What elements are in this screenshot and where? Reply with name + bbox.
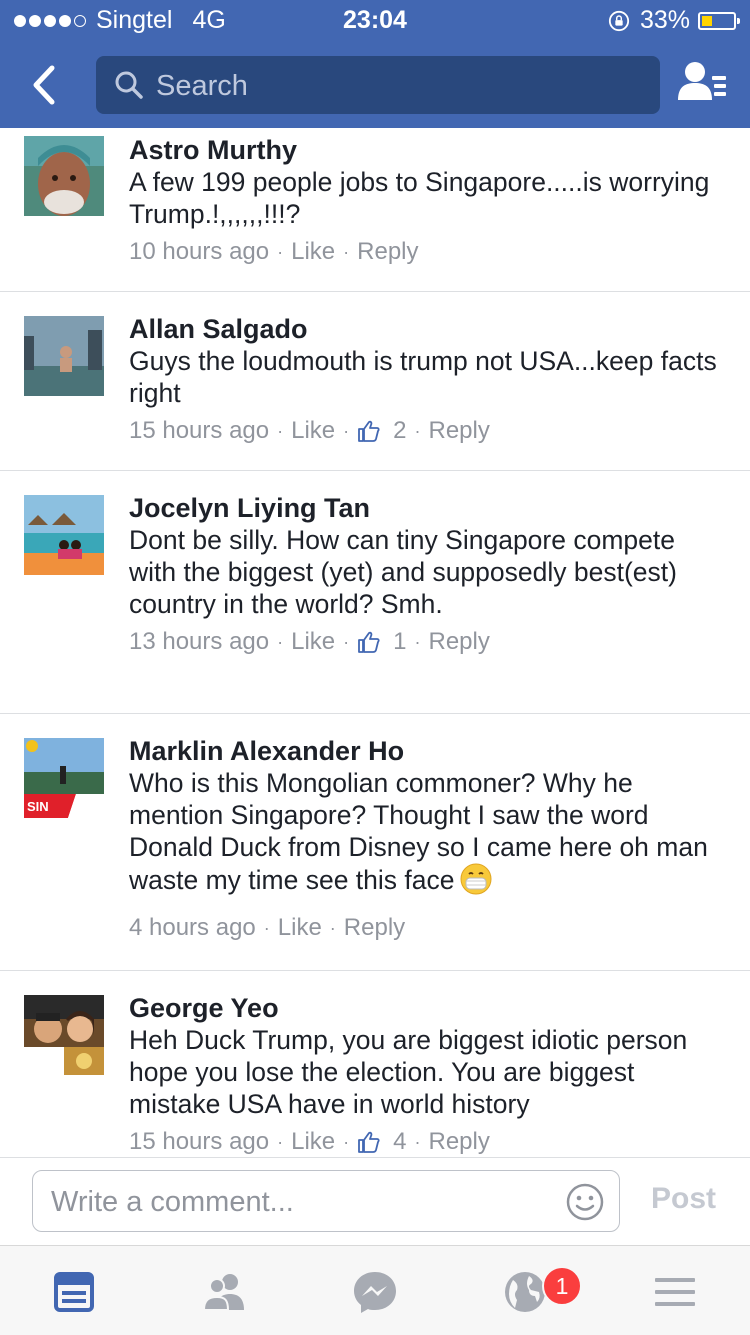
comment-field[interactable]	[32, 1170, 620, 1232]
avatar[interactable]	[24, 136, 104, 216]
comment-timestamp: 10 hours ago	[129, 238, 270, 265]
news-feed-tab-icon[interactable]	[48, 1266, 100, 1318]
avatar[interactable]	[24, 316, 104, 396]
top-bar: Singtel 4G 23:04 33%	[0, 0, 750, 128]
reply-link[interactable]: Reply	[344, 914, 405, 942]
thumbs-up-icon	[358, 1131, 380, 1153]
divider	[0, 713, 750, 714]
like-link[interactable]: Like	[291, 628, 335, 656]
thumbs-up-icon	[358, 420, 380, 442]
thumbs-up-icon	[358, 631, 380, 653]
like-link[interactable]: Like	[278, 914, 322, 942]
reply-link[interactable]: Reply	[429, 417, 490, 445]
search-bar[interactable]	[96, 56, 660, 114]
sticker-smiley-icon[interactable]	[565, 1182, 605, 1222]
comment-timestamp: 4 hours ago	[129, 914, 256, 941]
comment-input[interactable]	[49, 1179, 553, 1225]
avatar-flag-tag: SIN	[27, 799, 49, 814]
comment-timestamp: 15 hours ago	[129, 1128, 270, 1155]
like-link[interactable]: Like	[291, 417, 335, 445]
comment-author[interactable]: Jocelyn Liying Tan	[129, 492, 729, 524]
avatar[interactable]	[24, 995, 104, 1075]
comment-author[interactable]: Astro Murthy	[129, 134, 729, 166]
like-count[interactable]: 4	[393, 1128, 406, 1156]
comment-meta: 15 hours ago · Like · 2 · Reply	[129, 417, 490, 445]
reply-link[interactable]: Reply	[357, 238, 418, 266]
avatar[interactable]: SIN	[24, 738, 104, 818]
comments-list: Astro Murthy A few 199 people jobs to Si…	[0, 128, 750, 1157]
divider	[0, 291, 750, 292]
comment-text: Heh Duck Trump, you are biggest idiotic …	[129, 1025, 688, 1119]
comment-composer: Post	[0, 1157, 750, 1246]
comment-author[interactable]: Allan Salgado	[129, 313, 729, 345]
friends-tab-icon[interactable]	[198, 1266, 250, 1318]
comment-text: Guys the loudmouth is trump not USA...ke…	[129, 346, 717, 408]
battery-percent: 33%	[639, 6, 690, 34]
comment-text-content: Who is this Mongolian commoner? Why he m…	[129, 768, 708, 895]
comment-text: A few 199 people jobs to Singapore.....i…	[129, 167, 710, 229]
post-button[interactable]: Post	[651, 1182, 716, 1216]
comment-meta: 15 hours ago · Like · 4 · Reply	[129, 1128, 490, 1156]
search-icon	[115, 71, 143, 99]
menu-tab-icon[interactable]	[649, 1266, 701, 1318]
comment-meta: 13 hours ago · Like · 1 · Reply	[129, 628, 490, 656]
rotation-lock-icon	[608, 10, 630, 31]
tab-bar: 1	[0, 1245, 750, 1335]
divider	[0, 470, 750, 471]
comment-author[interactable]: Marklin Alexander Ho	[129, 735, 729, 767]
messenger-tab-icon[interactable]	[349, 1266, 401, 1318]
like-count[interactable]: 2	[393, 417, 406, 445]
reply-link[interactable]: Reply	[429, 628, 490, 656]
face-with-mask-emoji-icon	[460, 863, 492, 895]
divider	[0, 970, 750, 971]
comment-timestamp: 15 hours ago	[129, 417, 270, 444]
like-link[interactable]: Like	[291, 238, 335, 266]
avatar[interactable]	[24, 495, 104, 575]
status-bar: Singtel 4G 23:04 33%	[0, 0, 750, 40]
comment-meta: 4 hours ago · Like · Reply	[129, 914, 406, 942]
navigation-bar	[0, 42, 750, 128]
friend-requests-icon[interactable]	[678, 60, 728, 108]
notification-badge: 1	[542, 1266, 582, 1306]
search-input[interactable]	[154, 64, 638, 108]
comment-author[interactable]: George Yeo	[129, 992, 729, 1024]
back-chevron-icon[interactable]	[24, 60, 64, 110]
like-link[interactable]: Like	[291, 1128, 335, 1156]
comment-timestamp: 13 hours ago	[129, 628, 270, 655]
like-count[interactable]: 1	[393, 628, 406, 656]
reply-link[interactable]: Reply	[429, 1128, 490, 1156]
battery-icon	[698, 11, 740, 30]
comment-text: Who is this Mongolian commoner? Why he m…	[129, 767, 729, 896]
comment-meta: 10 hours ago · Like · Reply	[129, 238, 419, 266]
comment-text: Dont be silly. How can tiny Singapore co…	[129, 525, 677, 619]
